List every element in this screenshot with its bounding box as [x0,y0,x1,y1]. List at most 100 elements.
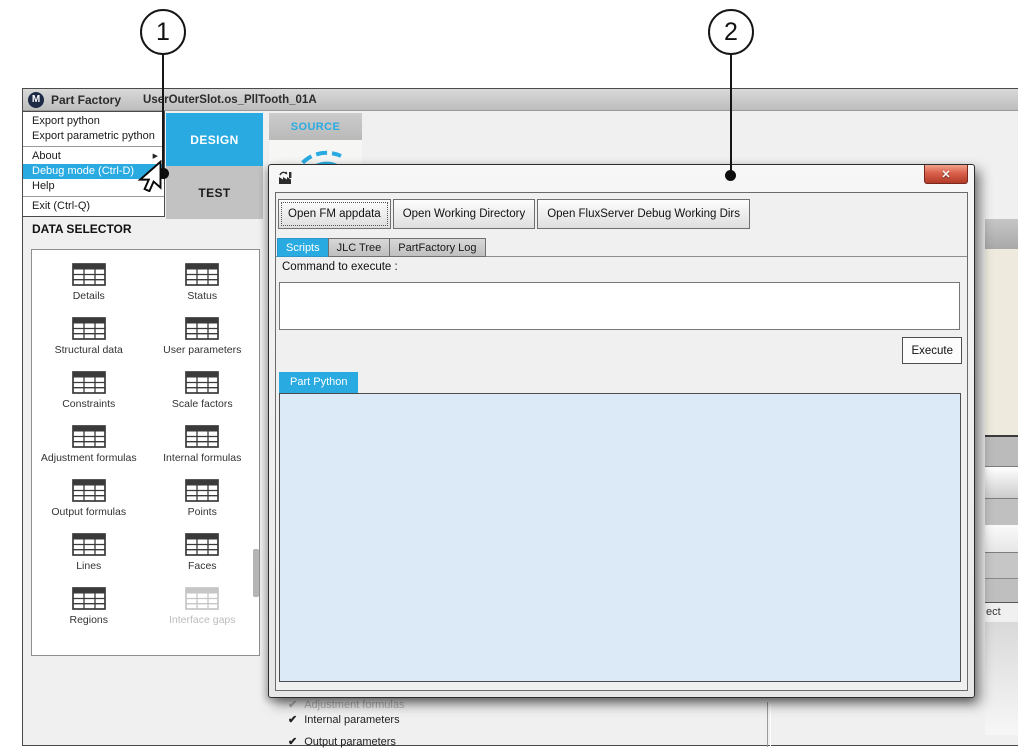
item-label: Details [73,290,105,302]
item-label: Regions [69,614,108,626]
item-label: Lines [76,560,101,572]
execute-button[interactable]: Execute [902,337,962,364]
item-label: Constraints [62,398,115,410]
table-icon [72,479,106,502]
menu-item-exit[interactable]: Exit (Ctrl-Q) [23,199,164,214]
app-titlebar: M Part Factory UserOuterSlot.os_PllTooth… [23,89,1018,111]
menu-item-export-python[interactable]: Export python [23,114,164,129]
background-section-bar [985,219,1018,249]
table-icon [72,587,106,610]
menu-item-about-label: About [32,150,61,162]
background-bar [985,579,1018,603]
checklist-item-internal-parameters: ✔ Internal parameters [288,713,400,726]
dialog-tabs: Scripts JLC Tree PartFactory Log [277,238,485,257]
part-python-editor[interactable] [279,393,961,682]
item-label: Points [188,506,217,518]
table-icon [72,263,106,286]
background-clipped-text: ect [985,603,1018,622]
item-label: Structural data [55,344,123,356]
close-icon: ✕ [941,168,950,181]
callout-circle-1: 1 [140,9,186,55]
item-label: Output formulas [51,506,126,518]
table-icon [72,371,106,394]
callout-circle-2: 2 [708,9,754,55]
table-icon [185,263,219,286]
table-icon [185,425,219,448]
table-icon [185,479,219,502]
test-tab-button[interactable]: TEST [166,166,263,219]
checklist-item-adjustment-formulas: ✔Adjustment formulas [288,698,404,711]
check-icon: ✔ [288,714,297,726]
app-logo-icon: M [28,92,44,108]
command-to-execute-label: Command to execute : [282,261,398,273]
dialog-titlebar[interactable]: ✕ [269,165,974,192]
background-bar [985,437,1018,467]
scrollbar-thumb[interactable] [253,549,259,597]
background-bar [985,525,1018,553]
table-icon [72,425,106,448]
data-selector-item-lines[interactable]: Lines [32,525,146,579]
data-selector-item-points[interactable]: Points [146,471,260,525]
menu-item-export-parametric-python[interactable]: Export parametric python [23,129,164,144]
data-selector-item-scale-factors[interactable]: Scale factors [146,363,260,417]
item-label: Adjustment formulas [41,452,137,464]
close-button[interactable]: ✕ [924,165,968,184]
background-right-strip: ect [985,219,1018,747]
callout-line-2 [730,54,732,171]
item-label: Status [187,290,217,302]
open-working-directory-button[interactable]: Open Working Directory [393,199,536,229]
data-selector-panel: Details Status Structural data User para… [31,249,260,656]
checklist-item-output-parameters: ✔ Output parameters [288,735,396,748]
item-label: Interface gaps [169,614,236,626]
debug-dialog: ✕ Open FM appdata Open Working Directory… [268,164,975,698]
data-selector-item-regions[interactable]: Regions [32,579,146,633]
table-icon [185,371,219,394]
callout-line-1 [162,54,164,170]
dialog-content: Open FM appdata Open Working Directory O… [275,192,968,691]
check-icon: ✔ [288,736,297,748]
app-title: Part Factory [51,93,121,107]
factory-icon [278,170,294,185]
callout-dot-2 [725,170,736,181]
mouse-cursor-icon [135,160,165,192]
tab-partfactory-log[interactable]: PartFactory Log [389,238,485,257]
background-gradient [985,622,1018,735]
open-fm-appdata-button[interactable]: Open FM appdata [278,199,391,229]
data-selector-item-output-formulas[interactable]: Output formulas [32,471,146,525]
tab-jlc-tree[interactable]: JLC Tree [328,238,391,257]
menu-separator [23,146,164,147]
background-bar [985,553,1018,579]
tab-scripts[interactable]: Scripts [277,238,329,257]
background-canvas [985,249,1018,437]
item-label: User parameters [163,344,241,356]
data-selector-item-status[interactable]: Status [146,255,260,309]
data-selector-item-details[interactable]: Details [32,255,146,309]
tab-part-python[interactable]: Part Python [279,372,358,393]
data-selector-title: DATA SELECTOR [32,222,132,236]
document-name: UserOuterSlot.os_PllTooth_01A [143,94,317,106]
checklist-label: Output parameters [304,736,396,748]
table-icon [185,587,219,610]
data-selector-item-adjustment-formulas[interactable]: Adjustment formulas [32,417,146,471]
data-selector-item-structural-data[interactable]: Structural data [32,309,146,363]
dialog-toolbar: Open FM appdata Open Working Directory O… [278,199,752,229]
item-label: Internal formulas [163,452,241,464]
menu-separator [23,196,164,197]
item-label: Scale factors [172,398,233,410]
table-icon [72,533,106,556]
check-icon: ✔ [288,699,297,711]
design-tab-button[interactable]: DESIGN [166,113,263,166]
data-selector-item-constraints[interactable]: Constraints [32,363,146,417]
table-icon [185,533,219,556]
panel-divider [767,702,771,747]
checklist-label: Internal parameters [304,714,399,726]
open-fluxserver-debug-working-dirs-button[interactable]: Open FluxServer Debug Working Dirs [537,199,750,229]
table-icon [72,317,106,340]
data-selector-item-internal-formulas[interactable]: Internal formulas [146,417,260,471]
item-label: Faces [188,560,217,572]
command-input[interactable] [279,282,960,330]
table-icon [185,317,219,340]
data-selector-item-user-parameters[interactable]: User parameters [146,309,260,363]
data-selector-item-faces[interactable]: Faces [146,525,260,579]
background-bar [985,467,1018,499]
